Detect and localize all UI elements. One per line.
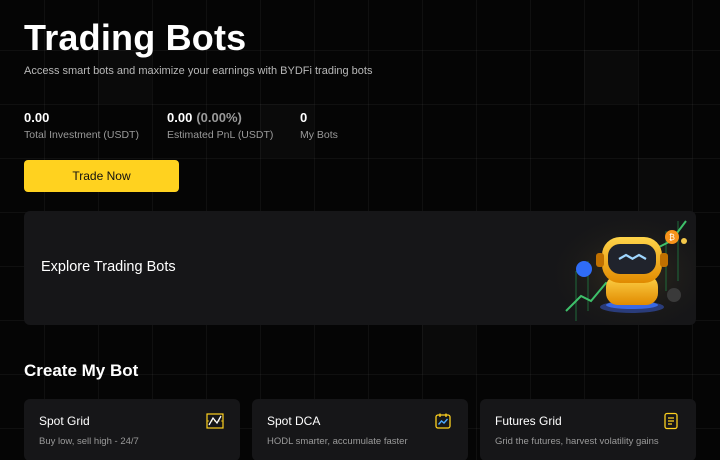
page-title: Trading Bots xyxy=(24,17,247,58)
stat-my-bots[interactable]: 0 My Bots xyxy=(300,110,380,141)
bot-card-spot-grid[interactable]: Spot Grid Buy low, sell high - 24/7 xyxy=(24,399,240,460)
robot-mascot-icon: ₿ xyxy=(536,211,696,325)
stat-value: 0 xyxy=(300,110,308,125)
stat-label: Total Investment (USDT) xyxy=(24,129,139,141)
bot-card-futures-grid[interactable]: Futures Grid Grid the futures, harvest v… xyxy=(480,399,696,460)
stat-label: Estimated PnL (USDT) xyxy=(167,129,274,141)
stat-total-investment: 0.00 Total Investment (USDT) xyxy=(24,110,167,141)
contract-icon xyxy=(664,412,678,430)
grid-chart-icon xyxy=(206,413,224,429)
stat-value: 0.00 xyxy=(24,110,50,125)
stat-estimated-pnl: 0.00 (0.00%) Estimated PnL (USDT) xyxy=(167,110,300,141)
stat-pnl-percent: (0.00%) xyxy=(196,110,242,125)
bot-description: Buy low, sell high - 24/7 xyxy=(39,436,139,447)
bg-tile xyxy=(422,320,476,374)
create-my-bot-title: Create My Bot xyxy=(24,361,139,380)
bot-description: Grid the futures, harvest volatility gai… xyxy=(495,436,659,447)
trade-now-button[interactable]: Trade Now xyxy=(24,160,179,192)
bot-description: HODL smarter, accumulate faster xyxy=(267,436,408,447)
stats-row: 0.00 Total Investment (USDT) 0.00 (0.00%)… xyxy=(24,110,380,141)
explore-bots-banner[interactable]: Explore Trading Bots ₿ xyxy=(24,211,696,325)
page-subtitle: Access smart bots and maximize your earn… xyxy=(24,65,373,77)
hero-header: Trading Bots Access smart bots and maxim… xyxy=(24,17,696,78)
stat-label: My Bots xyxy=(300,129,338,141)
trading-bots-page: Trading Bots Access smart bots and maxim… xyxy=(0,0,720,460)
bot-card-spot-dca[interactable]: Spot DCA HODL smarter, accumulate faster xyxy=(252,399,468,460)
bot-name: Spot DCA xyxy=(267,414,321,428)
explore-title: Explore Trading Bots xyxy=(41,259,176,275)
calendar-chart-icon xyxy=(435,413,451,429)
bot-name: Spot Grid xyxy=(39,414,90,428)
stat-value: 0.00 (0.00%) xyxy=(167,110,242,125)
bg-tile xyxy=(638,158,692,212)
svg-text:₿: ₿ xyxy=(669,233,675,242)
bot-name: Futures Grid xyxy=(495,414,562,428)
